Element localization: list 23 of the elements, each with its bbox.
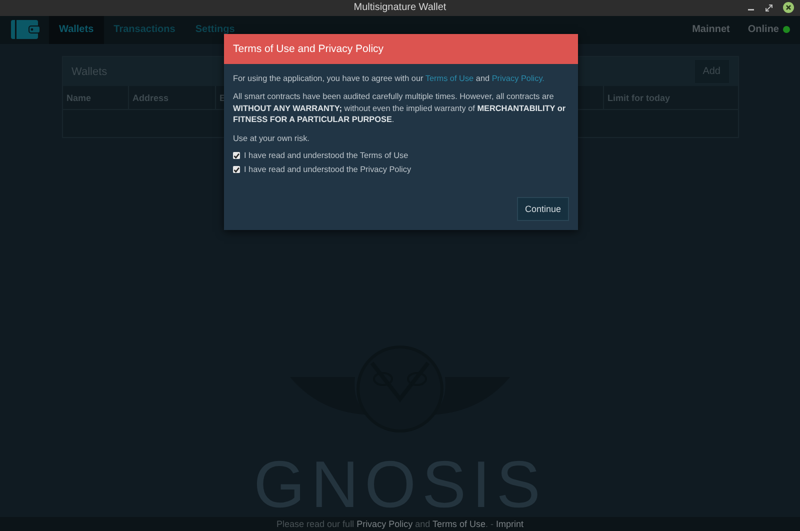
nav-tab[interactable]: Wallets	[49, 16, 104, 44]
footer-text: Please read our full Privacy Policy and Terms of Use. - Imprint	[276, 519, 524, 530]
network-label: Mainnet	[692, 24, 730, 36]
checkbox-label: I have read and understood the Terms of Use	[244, 151, 408, 160]
checkbox[interactable]	[233, 152, 240, 160]
intro-text: For using the application, you have to agree with our Terms of Use and Privacy Policy.	[233, 73, 546, 84]
checkbox[interactable]	[233, 166, 240, 174]
checkbox-label: I have read and understood the Privacy Policy	[244, 165, 412, 174]
nav-tab[interactable]: Transactions	[104, 16, 186, 44]
terms-of-use-link[interactable]: Terms of Use	[432, 519, 486, 530]
privacy-policy-link[interactable]: Privacy Policy	[356, 519, 413, 530]
terms-of-use-link[interactable]: Terms of Use	[425, 74, 474, 83]
risk-text: Use at your own risk.	[233, 132, 310, 144]
continue-button[interactable]: Continue	[516, 197, 569, 221]
close-icon[interactable]	[783, 2, 794, 13]
status-label: Online	[748, 24, 779, 36]
privacy-policy-link[interactable]: Privacy Policy.	[492, 74, 544, 83]
imprint-link[interactable]: Imprint	[496, 519, 524, 530]
maximize-icon[interactable]	[765, 4, 773, 12]
dialog-title: Terms of Use and Privacy Policy	[233, 43, 384, 55]
nav-tab[interactable]: Settings	[185, 16, 245, 44]
wallet-icon	[11, 20, 40, 40]
window-title: Multisignature Wallet	[354, 2, 446, 14]
